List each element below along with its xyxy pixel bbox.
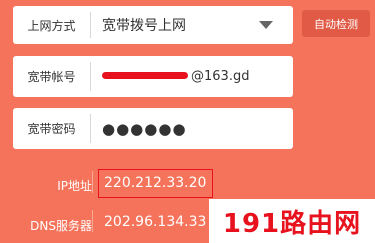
auto-detect-button[interactable]: 自动检测 — [302, 10, 370, 37]
dns-label: DNS服务器 — [30, 219, 92, 233]
account-value[interactable]: @163.gd — [102, 56, 249, 97]
watermark-text: 191路由网 — [222, 208, 362, 239]
chevron-down-icon[interactable] — [259, 21, 273, 29]
dns-divider — [92, 210, 93, 232]
field-divider — [90, 62, 91, 91]
account-suffix: @163.gd — [191, 69, 250, 84]
password-field[interactable]: 宽带密码 ●●●●●● — [13, 108, 293, 149]
field-divider — [90, 114, 91, 143]
field-divider — [90, 12, 91, 38]
connection-type-select[interactable]: 上网方式 宽带拨号上网 — [13, 6, 293, 44]
account-label: 宽带帐号 — [27, 70, 76, 84]
account-field[interactable]: 宽带帐号 @163.gd — [13, 56, 293, 97]
ip-value: 220.212.33.20 — [104, 175, 207, 191]
password-label: 宽带密码 — [27, 122, 76, 136]
redaction-mark — [102, 72, 188, 79]
ip-label: IP地址 — [57, 179, 92, 193]
connection-type-value: 宽带拨号上网 — [102, 18, 186, 34]
connection-type-label: 上网方式 — [27, 18, 76, 33]
password-value[interactable]: ●●●●●● — [102, 108, 187, 149]
ip-divider — [92, 171, 93, 193]
site-watermark: 191路由网 — [209, 199, 375, 243]
